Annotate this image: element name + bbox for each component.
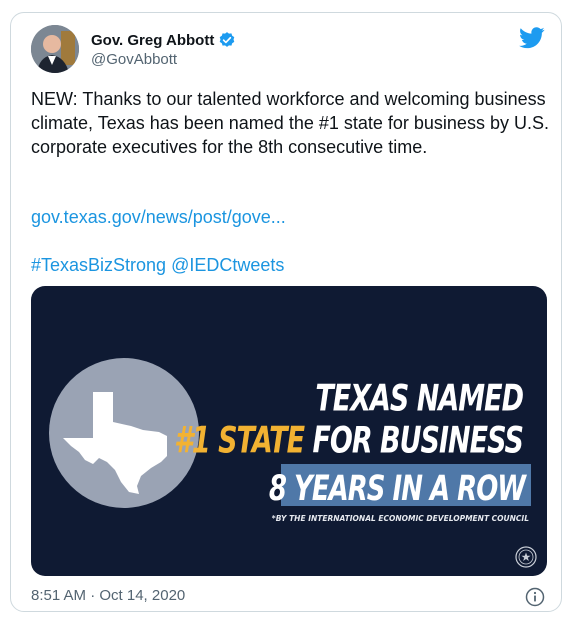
headline-line-1: TEXAS NAMED: [315, 378, 524, 420]
texas-seal-icon: [515, 546, 537, 568]
headline-line-2: #1 STATE FOR BUSINESS: [174, 420, 524, 462]
headline-line-3: 8 YEARS IN A ROW: [268, 469, 526, 510]
headline-line-2-rest: FOR BUSINESS: [304, 420, 524, 462]
tweet-text: NEW: Thanks to our talented workforce an…: [31, 89, 549, 157]
author-handle[interactable]: @GovAbbott: [91, 51, 177, 68]
verified-badge-icon: [220, 32, 235, 47]
mention-link[interactable]: @IEDCtweets: [171, 255, 284, 275]
author-name-row: Gov. Greg Abbott: [91, 31, 236, 49]
avatar[interactable]: [31, 25, 79, 73]
tweet-link[interactable]: gov.texas.gov/news/post/gove...: [31, 207, 286, 228]
tweet-media-image[interactable]: TEXAS NAMED #1 STATE FOR BUSINESS 8 YEAR…: [31, 286, 547, 576]
hashtag-link[interactable]: #TexasBizStrong: [31, 255, 166, 275]
headline-footnote: *BY THE INTERNATIONAL ECONOMIC DEVELOPME…: [271, 514, 529, 523]
tweet-tags: #TexasBizStrong @IEDCtweets: [31, 255, 284, 276]
author-name[interactable]: Gov. Greg Abbott: [91, 32, 214, 49]
tweet-timestamp[interactable]: 8:51 AM · Oct 14, 2020: [31, 587, 185, 604]
info-icon[interactable]: [525, 587, 545, 607]
tweet-card: Gov. Greg Abbott @GovAbbott NEW: Thanks …: [10, 12, 562, 612]
headline-highlight: #1 STATE: [174, 420, 305, 462]
twitter-bird-icon[interactable]: [519, 27, 545, 49]
